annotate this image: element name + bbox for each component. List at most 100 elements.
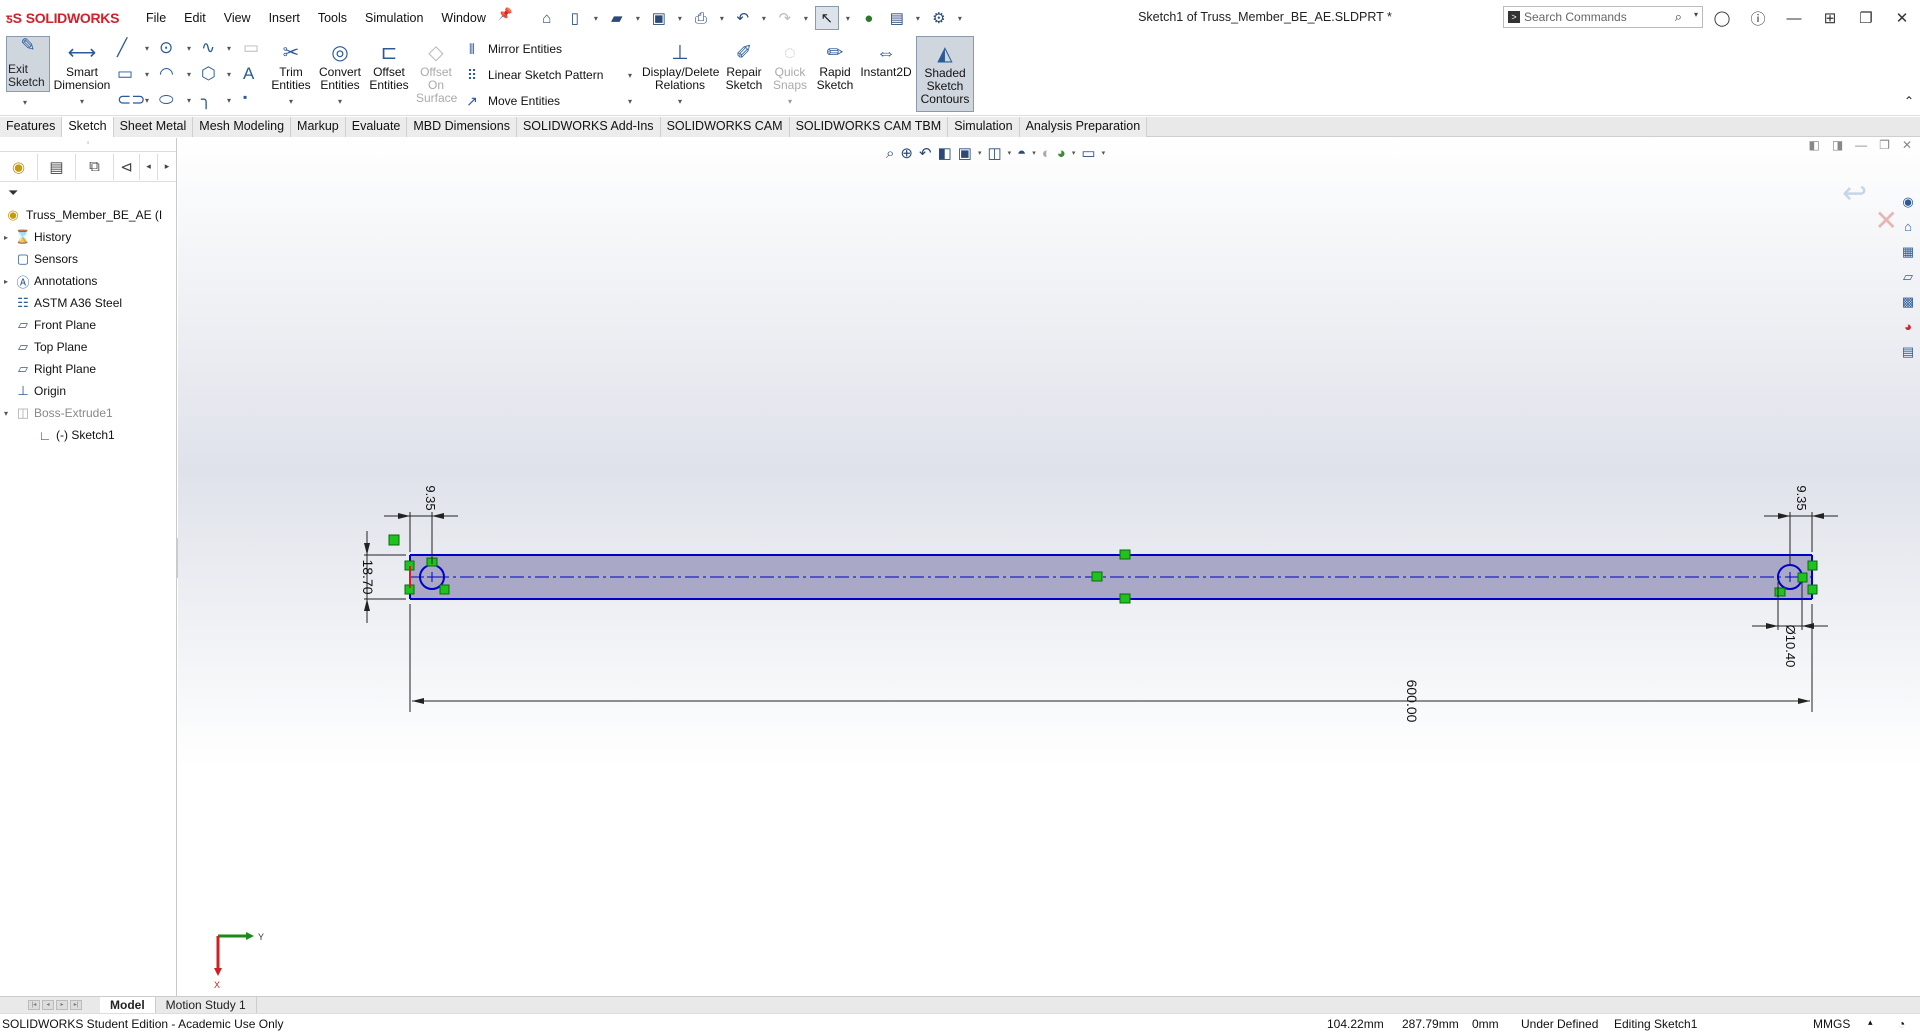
horizontal-relation-icon[interactable] (1091, 571, 1103, 582)
undo-icon[interactable]: ↶ (731, 6, 755, 30)
chevron-down-icon[interactable]: ▾ (788, 95, 792, 108)
move-entities-button[interactable]: ↗ Move Entities ▾ (462, 88, 632, 114)
trim-entities-button[interactable]: ✂ Trim Entities ▾ (268, 36, 314, 116)
length-dimension-text[interactable]: 600.00 (1404, 680, 1420, 723)
rectangle-icon[interactable]: ▭ (117, 64, 133, 84)
offset-entities-button[interactable]: ⊏ Offset Entities (366, 36, 412, 116)
chevron-down-icon[interactable]: ▾ (23, 98, 27, 107)
tree-item-front-plane[interactable]: ▱ Front Plane (0, 314, 176, 336)
search-icon[interactable]: ⌕ (1675, 9, 1682, 25)
expand-arrow-icon[interactable]: ▸ (0, 277, 12, 286)
quick-snaps-button[interactable]: ◌ Quick Snaps ▾ (768, 36, 812, 116)
tree-item-boss-extrude[interactable]: ▾ ◫ Boss-Extrude1 (0, 402, 176, 424)
select-cursor-icon[interactable]: ↖ (814, 6, 839, 30)
chevron-down-icon[interactable]: ▾ (628, 97, 632, 106)
hole-diameter-dimension-text[interactable]: Ø10.40 (1783, 625, 1798, 668)
menu-window[interactable]: Window (433, 7, 493, 29)
menu-file[interactable]: File (138, 7, 174, 29)
linear-sketch-pattern-button[interactable]: ⠿ Linear Sketch Pattern ▾ (462, 62, 632, 88)
coincident-relation-icon[interactable] (1807, 584, 1818, 595)
tab-mbd-dimensions[interactable]: MBD Dimensions (407, 117, 517, 137)
chevron-down-icon[interactable]: ▾ (675, 14, 685, 23)
chevron-down-icon[interactable]: ▾ (717, 14, 727, 23)
chevron-down-icon[interactable]: ▾ (227, 70, 231, 79)
exit-sketch-button[interactable]: ✎ Exit Sketch (6, 36, 50, 92)
sketch-state-text[interactable]: Under Defined (1521, 1017, 1598, 1031)
chevron-down-icon[interactable]: ▾ (289, 95, 293, 108)
point-icon[interactable]: ▪ (243, 90, 247, 104)
tree-item-right-plane[interactable]: ▱ Right Plane (0, 358, 176, 380)
chevron-down-icon[interactable]: ▾ (227, 44, 231, 53)
polygon-icon[interactable]: ⬡ (201, 64, 216, 84)
menu-view[interactable]: View (216, 7, 259, 29)
tree-root-part[interactable]: ◉ Truss_Member_BE_AE (I (0, 204, 176, 226)
instant2d-button[interactable]: ⇔ Instant2D (858, 36, 914, 116)
chevron-down-icon[interactable]: ▾ (801, 14, 811, 23)
tree-item-sketch1[interactable]: ∟ (-) Sketch1 (0, 424, 176, 446)
right-offset-dimension-text[interactable]: 9.35 (1794, 485, 1809, 510)
chevron-up-icon[interactable]: ▴ (1868, 1017, 1873, 1028)
arc-icon[interactable]: ◠ (159, 64, 174, 84)
horizontal-relation-icon[interactable] (1774, 587, 1786, 597)
left-offset-dimension-text[interactable]: 9.35 (423, 485, 438, 510)
minimize-icon[interactable]: — (1776, 6, 1812, 30)
repair-sketch-button[interactable]: ✐ Repair Sketch (722, 36, 766, 116)
tab-sheet-metal[interactable]: Sheet Metal (113, 117, 194, 137)
collapse-ribbon-icon[interactable]: ⌃ (1904, 94, 1914, 108)
smart-dimension-button[interactable]: ⟷ Smart Dimension ▾ (52, 36, 112, 116)
chevron-down-icon[interactable]: ▾ (591, 14, 601, 23)
offset-on-surface-button[interactable]: ◇ Offset On Surface (414, 36, 458, 116)
chevron-down-icon[interactable]: ▾ (145, 96, 149, 105)
chevron-down-icon[interactable]: ▾ (227, 96, 231, 105)
tree-item-sensors[interactable]: ▢ Sensors (0, 248, 176, 270)
tree-item-annotations[interactable]: ▸ Ⓐ Annotations (0, 270, 176, 292)
tree-item-top-plane[interactable]: ▱ Top Plane (0, 336, 176, 358)
restore-icon[interactable]: ❐ (1848, 6, 1884, 30)
tab-solidworks-cam[interactable]: SOLIDWORKS CAM (660, 117, 790, 137)
tab-analysis-preparation[interactable]: Analysis Preparation (1019, 117, 1148, 137)
fillet-icon[interactable]: ╮ (201, 90, 211, 110)
chevron-down-icon[interactable]: ▾ (913, 14, 923, 23)
property-manager-tab-icon[interactable]: ▤ (38, 153, 76, 180)
tab-model[interactable]: Model (100, 996, 156, 1014)
rebuild-status-icon[interactable]: ◔ (1898, 1017, 1905, 1031)
tree-item-material[interactable]: ☷ ASTM A36 Steel (0, 292, 176, 314)
tile-windows-icon[interactable]: ⊞ (1812, 6, 1848, 30)
print-icon[interactable]: ⎙ (689, 6, 713, 30)
search-commands[interactable]: > Search Commands ⌕ ▾ (1503, 6, 1703, 28)
chevron-down-icon[interactable]: ▾ (145, 70, 149, 79)
next-tab-icon[interactable]: ▸ (56, 1000, 68, 1010)
tab-solidworks-cam-tbm[interactable]: SOLIDWORKS CAM TBM (789, 117, 949, 137)
configuration-manager-tab-icon[interactable]: ⧉ (76, 153, 114, 180)
coincident-relation-icon[interactable] (1807, 560, 1818, 571)
filter-icon[interactable]: ⏷ (0, 182, 176, 204)
fixed-relation-icon[interactable] (388, 534, 400, 546)
first-tab-icon[interactable]: |◂ (28, 1000, 40, 1010)
height-dimension-text[interactable]: 18.70 (360, 559, 376, 594)
line-icon[interactable]: ╱ (117, 38, 127, 58)
panel-grip-icon[interactable]: ◦ (0, 138, 176, 152)
chevron-down-icon[interactable]: ▾ (759, 14, 769, 23)
help-icon[interactable]: ⓘ (1740, 6, 1776, 30)
collapse-arrow-icon[interactable]: ▾ (0, 409, 12, 418)
slot-icon[interactable]: ⊂⊃ (117, 90, 146, 110)
chevron-down-icon[interactable]: ▾ (1694, 10, 1698, 19)
tab-motion-study[interactable]: Motion Study 1 (156, 996, 257, 1014)
chevron-down-icon[interactable]: ▾ (955, 14, 965, 23)
chevron-down-icon[interactable]: ▾ (678, 95, 682, 108)
options-gear-icon[interactable]: ⚙ (927, 6, 951, 30)
solidworks-logo[interactable]: ƽS SOLIDWORKS (0, 10, 138, 26)
tab-mesh-modeling[interactable]: Mesh Modeling (193, 117, 292, 137)
sketch-canvas[interactable]: 600.00 18.70 9.35 9.35 Ø10.40 (178, 138, 1920, 1012)
chevron-down-icon[interactable]: ▾ (187, 44, 191, 53)
chevron-right-icon[interactable]: ▸ (158, 154, 176, 180)
chevron-down-icon[interactable]: ▾ (843, 14, 853, 23)
expand-arrow-icon[interactable]: ▸ (0, 233, 12, 242)
spline-icon[interactable]: ∿ (201, 38, 215, 58)
chevron-left-icon[interactable]: ◂ (140, 153, 158, 180)
file-properties-icon[interactable]: ▤ (885, 6, 909, 30)
chevron-down-icon[interactable]: ▾ (187, 96, 191, 105)
save-icon[interactable]: ▣ (647, 6, 671, 30)
menu-simulation[interactable]: Simulation (357, 7, 431, 29)
tab-simulation[interactable]: Simulation (948, 117, 1020, 137)
